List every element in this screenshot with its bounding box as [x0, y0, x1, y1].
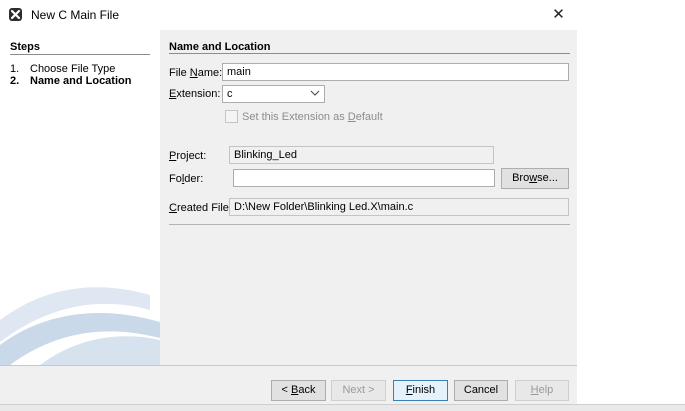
extension-select[interactable]: c: [222, 85, 325, 103]
mplab-icon: [9, 8, 22, 21]
project-label: Project:: [169, 150, 207, 162]
steps-divider: [10, 54, 150, 55]
next-button[interactable]: Next >: [331, 380, 386, 401]
extension-label: Extension:: [169, 88, 221, 100]
cancel-button[interactable]: Cancel: [454, 380, 508, 401]
steps-title: Steps: [10, 41, 40, 53]
step-choose-file-type: 1. Choose File Type: [10, 63, 115, 75]
content-bottom-divider: [169, 224, 570, 225]
file-name-input[interactable]: main: [222, 63, 569, 81]
folder-label: Folder:: [169, 173, 204, 185]
steps-panel: Steps 1. Choose File Type 2. Name and Loca…: [0, 30, 160, 365]
title-bar[interactable]: New C Main File ✕: [0, 0, 577, 30]
panel-title: Name and Location: [169, 41, 271, 53]
wizard-swoosh-graphic: [0, 287, 160, 365]
back-button[interactable]: < Back: [271, 380, 326, 401]
set-default-label: Set this Extension as Default: [242, 111, 383, 123]
step-name-and-location: 2. Name and Location: [10, 75, 131, 87]
close-icon[interactable]: ✕: [540, 0, 577, 30]
created-file-label: Created File:: [169, 202, 232, 214]
project-field: Blinking_Led: [229, 146, 494, 164]
folder-input[interactable]: [233, 169, 495, 187]
file-name-label: File Name:: [169, 67, 223, 79]
chevron-down-icon: [310, 90, 320, 96]
finish-button[interactable]: Finish: [393, 380, 448, 401]
new-c-main-file-dialog: New C Main File ✕ Steps 1. Choose File Ty…: [0, 0, 577, 410]
extension-value: c: [227, 88, 233, 100]
help-button[interactable]: Help: [515, 380, 569, 401]
step-label: Name and Location: [30, 75, 132, 87]
footer-divider: [0, 365, 577, 366]
window-title: New C Main File: [31, 8, 120, 22]
step-number: 1.: [10, 63, 20, 75]
panel-title-divider: [169, 53, 570, 54]
browse-button[interactable]: Browse...: [501, 168, 569, 189]
step-label: Choose File Type: [30, 63, 116, 75]
step-number: 2.: [10, 75, 20, 87]
set-default-checkbox[interactable]: [225, 110, 238, 123]
created-file-field: D:\New Folder\Blinking Led.X\main.c: [229, 198, 569, 216]
